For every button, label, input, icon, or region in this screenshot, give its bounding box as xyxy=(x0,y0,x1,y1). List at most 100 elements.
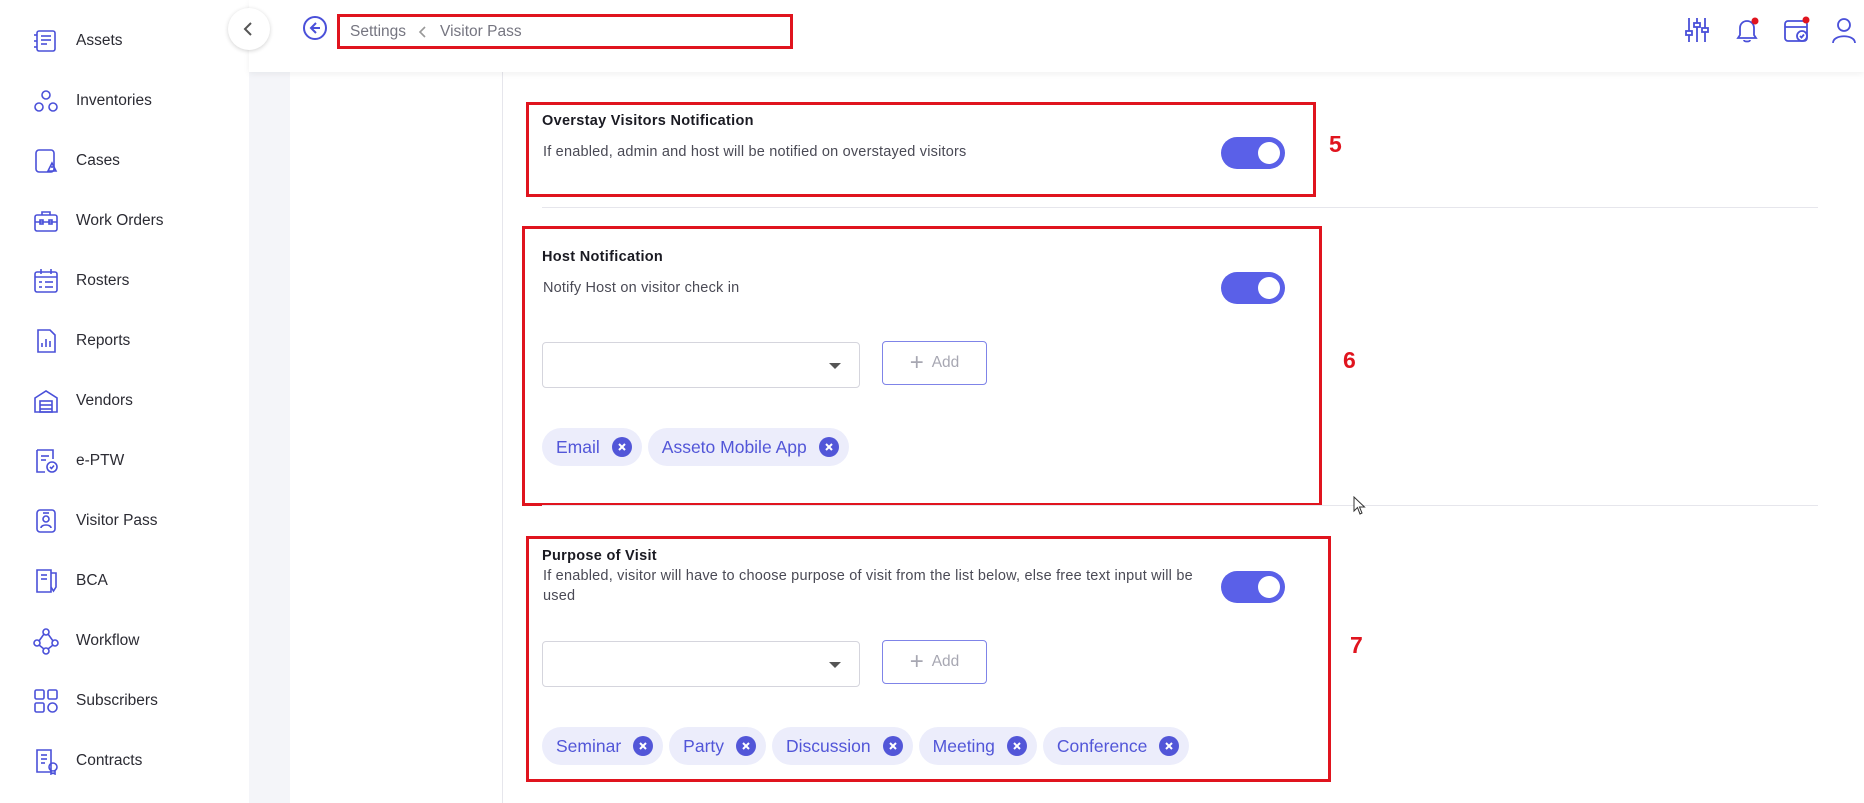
breadcrumb-settings[interactable]: Settings xyxy=(350,23,406,41)
sidebar-item-cases[interactable]: Cases xyxy=(0,131,249,191)
reports-icon xyxy=(32,327,60,355)
sidebar-collapse-button[interactable] xyxy=(228,8,270,50)
sidebar-item-label: Work Orders xyxy=(76,212,164,229)
annotation-label: 7 xyxy=(1350,632,1363,658)
host-add-button[interactable]: + Add xyxy=(882,341,987,385)
plus-icon: + xyxy=(909,648,924,675)
contracts-icon xyxy=(32,747,60,775)
add-button-label: Add xyxy=(931,354,960,371)
workflow-icon xyxy=(32,627,60,655)
sidebar-item-label: Vendors xyxy=(76,392,133,409)
sidebar-item-assets[interactable]: Assets xyxy=(0,11,249,71)
chip-discussion: Discussion xyxy=(772,727,913,765)
chip-label: Meeting xyxy=(932,735,995,756)
caret-down-icon xyxy=(829,363,841,369)
host-title: Host Notification xyxy=(542,249,664,265)
chip-seminar: Seminar xyxy=(542,727,664,765)
overstay-description: If enabled, admin and host will be notif… xyxy=(543,144,967,160)
sidebar-item-label: Workflow xyxy=(76,632,140,649)
breadcrumb: Settings Visitor Pass xyxy=(337,14,793,49)
chip-party: Party xyxy=(669,727,767,765)
filter-sliders-icon[interactable] xyxy=(1682,15,1712,45)
chip-label: Seminar xyxy=(556,735,622,756)
cases-icon xyxy=(32,147,60,175)
sidebar-item-vendors[interactable]: Vendors xyxy=(0,371,249,431)
sidebar-item-label: Rosters xyxy=(76,272,130,289)
section-divider xyxy=(542,505,1818,506)
sidebar-item-inventories[interactable]: Inventories xyxy=(0,71,249,131)
sidebar-item-label: Inventories xyxy=(76,92,152,109)
chip-label: Conference xyxy=(1056,735,1148,756)
rosters-icon xyxy=(32,267,60,295)
remove-chip-icon[interactable] xyxy=(1006,736,1027,756)
chip-conference: Conference xyxy=(1042,727,1190,765)
panel-divider xyxy=(502,72,503,803)
sidebar-item-label: Reports xyxy=(76,332,131,349)
sidebar-item-reports[interactable]: Reports xyxy=(0,311,249,371)
chip-label: Party xyxy=(683,735,725,756)
sidebar-item-eptw[interactable]: e-PTW xyxy=(0,431,249,491)
sidebar-item-subscribers[interactable]: Subscribers xyxy=(0,671,249,731)
remove-chip-icon[interactable] xyxy=(736,736,757,756)
sidebar-item-label: Contracts xyxy=(76,752,143,769)
sidebar-item-label: BCA xyxy=(76,572,108,589)
sidebar-item-workflow[interactable]: Workflow xyxy=(0,611,249,671)
visitor-pass-icon xyxy=(32,507,60,535)
assets-icon xyxy=(32,27,60,55)
chevron-left-icon xyxy=(243,22,252,36)
notification-bell-icon[interactable] xyxy=(1732,15,1762,45)
host-description: Notify Host on visitor check in xyxy=(543,280,740,296)
purpose-add-button[interactable]: + Add xyxy=(882,640,987,684)
purpose-description: If enabled, visitor will have to choose … xyxy=(543,568,1193,604)
caret-down-icon xyxy=(829,662,841,668)
sidebar-item-label: e-PTW xyxy=(76,452,125,469)
add-button-label: Add xyxy=(931,653,960,670)
sidebar-item-label: Visitor Pass xyxy=(76,512,158,529)
sidebar-item-bca[interactable]: BCA xyxy=(0,551,249,611)
bca-icon xyxy=(32,567,60,595)
sidebar-item-rosters[interactable]: Rosters xyxy=(0,251,249,311)
subscribers-icon xyxy=(32,687,60,715)
overstay-title: Overstay Visitors Notification xyxy=(542,113,754,129)
work-orders-icon xyxy=(32,207,60,235)
chip-label: Email xyxy=(556,436,600,457)
section-divider xyxy=(542,207,1818,208)
purpose-chip-list: Seminar Party Discussion Meeting Confere… xyxy=(542,727,1190,765)
sidebar-item-label: Assets xyxy=(76,32,123,49)
annotation-label: 6 xyxy=(1343,347,1356,373)
remove-chip-icon[interactable] xyxy=(633,736,654,756)
back-arrow-icon[interactable] xyxy=(302,15,328,41)
chevron-left-icon xyxy=(418,25,428,38)
overstay-toggle[interactable] xyxy=(1221,137,1285,169)
plus-icon: + xyxy=(909,349,924,376)
sidebar-item-label: Cases xyxy=(76,152,120,169)
host-channel-select[interactable] xyxy=(542,342,860,388)
remove-chip-icon[interactable] xyxy=(818,437,839,457)
chip-label: Discussion xyxy=(786,735,871,756)
chip-meeting: Meeting xyxy=(918,727,1037,765)
sidebar-item-contracts[interactable]: Contracts xyxy=(0,731,249,791)
mouse-cursor-icon xyxy=(1353,496,1366,515)
remove-chip-icon[interactable] xyxy=(882,736,903,756)
host-toggle[interactable] xyxy=(1221,272,1285,304)
annotation-label: 5 xyxy=(1329,131,1342,157)
purpose-select[interactable] xyxy=(542,641,860,687)
remove-chip-icon[interactable] xyxy=(1159,736,1180,756)
chip-label: Asseto Mobile App xyxy=(661,436,807,457)
breadcrumb-visitor-pass: Visitor Pass xyxy=(440,22,522,40)
sidebar-item-work-orders[interactable]: Work Orders xyxy=(0,191,249,251)
user-profile-icon[interactable] xyxy=(1829,15,1859,45)
sidebar-item-visitor-pass[interactable]: Visitor Pass xyxy=(0,491,249,551)
top-header: Settings Visitor Pass xyxy=(249,0,1864,72)
host-chip-list: Email Asseto Mobile App xyxy=(542,428,849,466)
eptw-icon xyxy=(32,447,60,475)
calendar-check-icon[interactable] xyxy=(1782,15,1812,45)
chip-asseto-mobile-app: Asseto Mobile App xyxy=(647,428,849,466)
vendors-icon xyxy=(32,387,60,415)
purpose-toggle[interactable] xyxy=(1221,571,1285,603)
sidebar: Assets Inventories Cases Work Orders Ros… xyxy=(0,0,249,803)
sidebar-item-label: Subscribers xyxy=(76,692,158,709)
chip-email: Email xyxy=(542,428,642,466)
remove-chip-icon[interactable] xyxy=(611,437,632,457)
purpose-title: Purpose of Visit xyxy=(542,548,657,564)
